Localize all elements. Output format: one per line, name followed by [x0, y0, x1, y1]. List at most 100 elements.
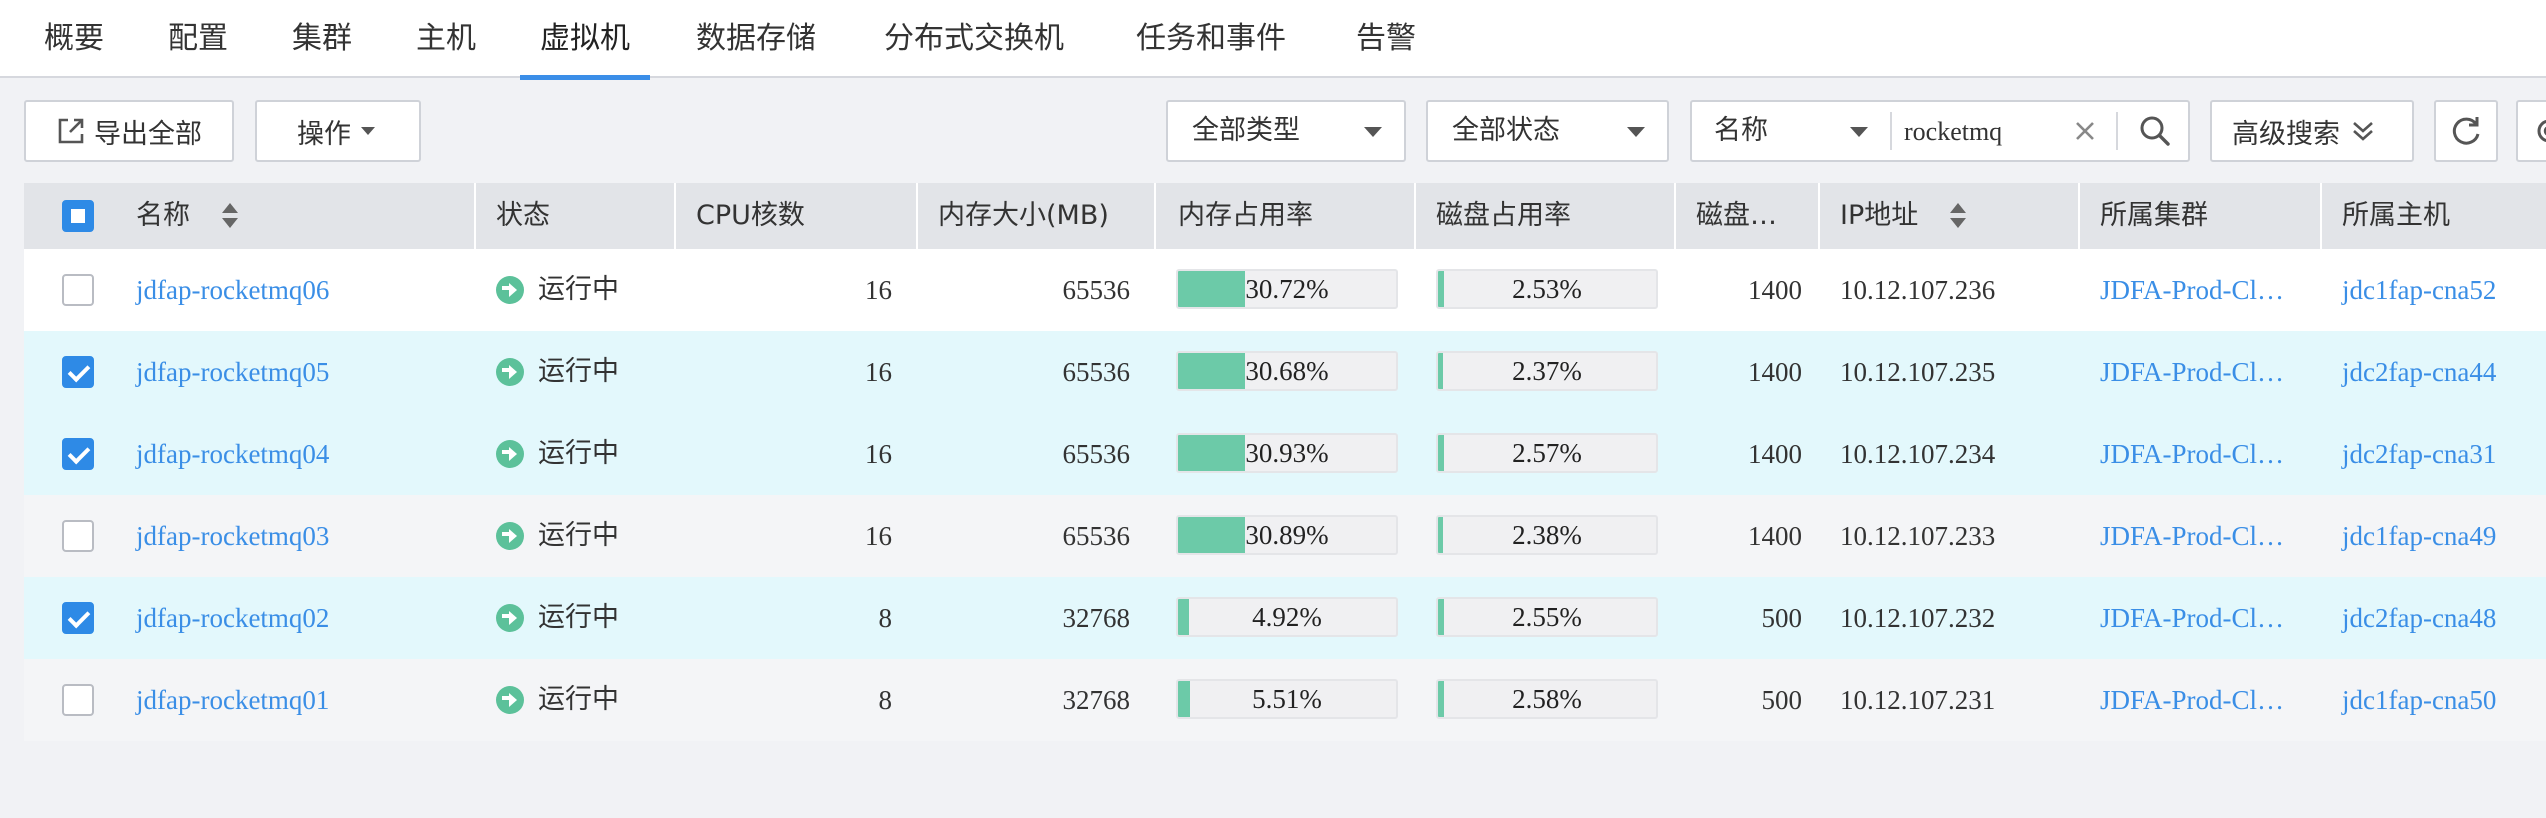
search-icon[interactable]	[2138, 114, 2172, 148]
chevron-down-icon	[1364, 127, 1382, 137]
row-checkbox[interactable]	[62, 602, 94, 634]
status-cell: 运行中	[496, 659, 666, 741]
tab-dist-switch[interactable]: 分布式交换机	[884, 0, 1064, 78]
vm-name-link[interactable]: jdfap-rocketmq01	[136, 659, 329, 741]
table-row[interactable]: jdfap-rocketmq02 运行中 8 32768 4.92% 2.55%…	[24, 577, 2546, 659]
status-filter-select[interactable]: 全部状态	[1426, 100, 1669, 162]
tab-hosts[interactable]: 主机	[416, 0, 476, 78]
cluster-link[interactable]: JDFA-Prod-Cl…	[2100, 577, 2284, 659]
ip-address: 10.12.107.234	[1840, 439, 1996, 469]
export-icon	[58, 118, 84, 144]
tab-alarms[interactable]: 告警	[1356, 0, 1416, 78]
vm-name-link[interactable]: jdfap-rocketmq03	[136, 495, 329, 577]
mem-usage-text: 30.93%	[1245, 438, 1329, 468]
mem-usage-text: 30.72%	[1245, 274, 1329, 304]
cpu-cores: 16	[865, 357, 892, 387]
export-all-label: 导出全部	[94, 118, 202, 150]
status-cell: 运行中	[496, 577, 666, 659]
search-field-select[interactable]: 名称	[1692, 102, 1890, 160]
tab-clusters[interactable]: 集群	[292, 0, 352, 78]
running-status-icon	[496, 686, 524, 714]
divider	[1890, 112, 1892, 150]
disk-size: 1400	[1748, 439, 1802, 469]
col-header-disk-usage: 磁盘占用率	[1436, 200, 1571, 231]
refresh-icon	[2452, 117, 2480, 145]
tab-tasks-events[interactable]: 任务和事件	[1136, 0, 1286, 78]
row-checkbox[interactable]	[62, 520, 94, 552]
operations-label: 操作	[297, 118, 351, 150]
cluster-link[interactable]: JDFA-Prod-Cl…	[2100, 659, 2284, 741]
vm-name-link[interactable]: jdfap-rocketmq05	[136, 331, 329, 413]
tab-datastores[interactable]: 数据存储	[696, 0, 816, 78]
indeterminate-mark	[71, 209, 85, 223]
col-header-memory: 内存大小(MB)	[938, 200, 1109, 231]
advanced-search-button[interactable]: 高级搜索	[2210, 100, 2414, 162]
table-row[interactable]: jdfap-rocketmq04 运行中 16 65536 30.93% 2.5…	[24, 413, 2546, 495]
host-link[interactable]: jdc2fap-cna48	[2342, 577, 2496, 659]
refresh-button[interactable]	[2434, 100, 2498, 162]
disk-size: 1400	[1748, 275, 1802, 305]
vm-name-link[interactable]: jdfap-rocketmq06	[136, 249, 329, 331]
table-row[interactable]: jdfap-rocketmq03 运行中 16 65536 30.89% 2.3…	[24, 495, 2546, 577]
disk-usage-text: 2.57%	[1512, 438, 1582, 468]
status-cell: 运行中	[496, 495, 666, 577]
mem-usage-bar: 30.93%	[1176, 433, 1398, 473]
status-cell: 运行中	[496, 249, 666, 331]
col-header-host: 所属主机	[2342, 200, 2450, 231]
mem-usage-bar: 30.68%	[1176, 351, 1398, 391]
cpu-cores: 8	[878, 603, 893, 633]
vm-name-link[interactable]: jdfap-rocketmq02	[136, 577, 329, 659]
status-text: 运行中	[538, 602, 619, 633]
row-checkbox[interactable]	[62, 356, 94, 388]
disk-usage-bar: 2.55%	[1436, 597, 1658, 637]
vm-name-link[interactable]: jdfap-rocketmq04	[136, 413, 329, 495]
tab-overview[interactable]: 概要	[44, 0, 104, 78]
settings-button[interactable]	[2516, 100, 2546, 162]
row-checkbox[interactable]	[62, 684, 94, 716]
disk-usage-text: 2.37%	[1512, 356, 1582, 386]
row-checkbox[interactable]	[62, 274, 94, 306]
running-status-icon	[496, 358, 524, 386]
host-link[interactable]: jdc1fap-cna49	[2342, 495, 2496, 577]
double-chevron-down-icon	[2353, 122, 2373, 141]
table-row[interactable]: jdfap-rocketmq01 运行中 8 32768 5.51% 2.58%…	[24, 659, 2546, 741]
disk-usage-bar: 2.37%	[1436, 351, 1658, 391]
mem-usage-bar: 30.89%	[1176, 515, 1398, 555]
col-header-name[interactable]: 名称	[136, 183, 190, 249]
chevron-down-icon	[361, 127, 375, 135]
type-filter-select[interactable]: 全部类型	[1166, 100, 1406, 162]
host-link[interactable]: jdc1fap-cna52	[2342, 249, 2496, 331]
col-header-cpu: CPU核数	[696, 200, 805, 231]
host-link[interactable]: jdc2fap-cna31	[2342, 413, 2496, 495]
host-link[interactable]: jdc1fap-cna50	[2342, 659, 2496, 741]
export-all-button[interactable]: 导出全部	[24, 100, 234, 162]
search-group: 名称	[1690, 100, 2190, 162]
clear-icon[interactable]	[2074, 120, 2096, 142]
cluster-link[interactable]: JDFA-Prod-Cl…	[2100, 413, 2284, 495]
cluster-link[interactable]: JDFA-Prod-Cl…	[2100, 331, 2284, 413]
mem-usage-text: 30.68%	[1245, 356, 1329, 386]
disk-usage-text: 2.55%	[1512, 602, 1582, 632]
col-header-ip[interactable]: IP地址	[1840, 183, 1918, 249]
operations-dropdown[interactable]: 操作	[255, 100, 421, 162]
table-row[interactable]: jdfap-rocketmq05 运行中 16 65536 30.68% 2.3…	[24, 331, 2546, 413]
tab-config[interactable]: 配置	[168, 0, 228, 78]
row-checkbox[interactable]	[62, 438, 94, 470]
tab-vms[interactable]: 虚拟机	[520, 0, 650, 80]
running-status-icon	[496, 604, 524, 632]
chevron-down-icon	[1850, 127, 1868, 137]
status-text: 运行中	[538, 356, 619, 387]
table-row[interactable]: jdfap-rocketmq06 运行中 16 65536 30.72% 2.5…	[24, 249, 2546, 331]
cluster-link[interactable]: JDFA-Prod-Cl…	[2100, 249, 2284, 331]
running-status-icon	[496, 522, 524, 550]
select-all-checkbox[interactable]	[62, 200, 94, 232]
memory-size: 32768	[1062, 603, 1131, 633]
cpu-cores: 16	[865, 275, 892, 305]
disk-usage-text: 2.38%	[1512, 520, 1582, 550]
status-filter-value: 全部状态	[1452, 115, 1560, 146]
search-input[interactable]	[1902, 110, 2056, 154]
host-link[interactable]: jdc2fap-cna44	[2342, 331, 2496, 413]
top-tab-bar: 概要 配置 集群 主机 虚拟机 数据存储 分布式交换机 任务和事件 告警	[0, 0, 2546, 80]
cluster-link[interactable]: JDFA-Prod-Cl…	[2100, 495, 2284, 577]
ip-address: 10.12.107.231	[1840, 685, 1996, 715]
